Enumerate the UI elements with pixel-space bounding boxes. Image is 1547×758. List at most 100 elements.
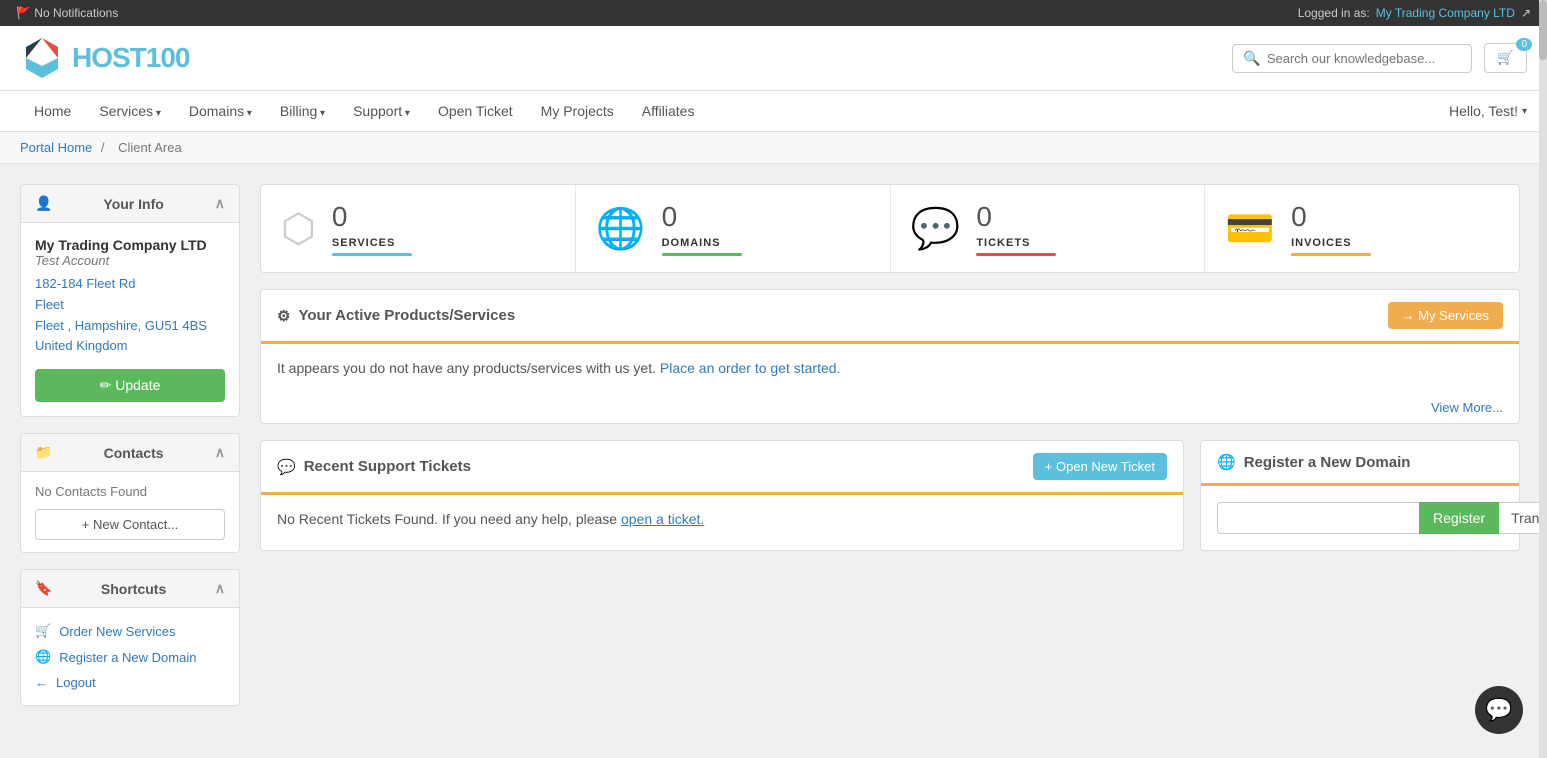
- nav-home[interactable]: Home: [20, 91, 85, 131]
- nav-links: Home Services Domains Billing Support Op…: [20, 91, 708, 131]
- update-button[interactable]: ✏ Update: [35, 369, 225, 402]
- tickets-bar: [976, 253, 1056, 256]
- scrollbar[interactable]: [1539, 0, 1547, 758]
- new-contact-button[interactable]: + New Contact...: [35, 509, 225, 540]
- search-input[interactable]: [1267, 51, 1462, 66]
- tickets-label: TICKETS: [976, 237, 1056, 249]
- domains-bar: [662, 253, 742, 256]
- products-title: ⚙ Your Active Products/Services: [277, 307, 515, 325]
- support-body: No Recent Tickets Found. If you need any…: [261, 495, 1183, 543]
- shortcut-register-domain[interactable]: 🌐 Register a New Domain: [35, 644, 225, 670]
- domain-header: 🌐 Register a New Domain: [1201, 441, 1519, 486]
- services-bar: [332, 253, 412, 256]
- your-info-chevron[interactable]: ∧: [215, 195, 225, 212]
- domain-input[interactable]: [1217, 502, 1419, 534]
- domains-count: 0: [662, 201, 742, 233]
- nav-support[interactable]: Support: [339, 91, 424, 131]
- logo[interactable]: HOST100: [20, 36, 190, 80]
- company-link[interactable]: My Trading Company LTD: [1376, 6, 1515, 20]
- open-ticket-link[interactable]: open a ticket.: [621, 511, 704, 527]
- support-panel: 💬 Recent Support Tickets + Open New Tick…: [260, 440, 1184, 551]
- stat-domains[interactable]: 🌐 0 DOMAINS: [576, 185, 891, 272]
- invoices-icon: 💳: [1225, 205, 1275, 252]
- support-header: 💬 Recent Support Tickets + Open New Tick…: [261, 441, 1183, 495]
- logo-text: HOST100: [72, 42, 190, 74]
- shortcut-order-services[interactable]: 🛒 Order New Services: [35, 618, 225, 644]
- header: HOST100 🔍 🛒 0: [0, 26, 1547, 91]
- place-order-link[interactable]: Place an order to get started.: [660, 360, 841, 376]
- contacts-body: No Contacts Found + New Contact...: [21, 472, 239, 552]
- cart-icon: 🛒: [35, 623, 51, 639]
- company-name: My Trading Company LTD: [35, 237, 225, 253]
- main-panel: ⬡ 0 SERVICES 🌐 0 DOMAINS 💬 0: [260, 184, 1520, 722]
- nav-open-ticket[interactable]: Open Ticket: [424, 91, 527, 131]
- stat-invoices[interactable]: 💳 0 INVOICES: [1205, 185, 1519, 272]
- products-panel: ⚙ Your Active Products/Services → My Ser…: [260, 289, 1520, 424]
- search-box[interactable]: 🔍: [1232, 44, 1472, 73]
- domain-panel: 🌐 Register a New Domain Register Transfe…: [1200, 440, 1520, 551]
- stat-domains-info: 0 DOMAINS: [662, 201, 742, 256]
- breadcrumb-current: Client Area: [118, 140, 182, 155]
- logged-in-info: Logged in as: My Trading Company LTD ↗: [1298, 6, 1531, 20]
- support-title: 💬 Recent Support Tickets: [277, 458, 471, 476]
- address-line-3: Fleet , Hampshire, GU51 4BS: [35, 316, 225, 337]
- main-content: 👤 Your Info ∧ My Trading Company LTD Tes…: [0, 164, 1540, 742]
- my-services-button[interactable]: → My Services: [1388, 302, 1503, 329]
- cart-badge: 0: [1516, 38, 1532, 51]
- view-more-link[interactable]: View More...: [1431, 400, 1503, 415]
- tickets-icon: 💬: [911, 205, 961, 252]
- domain-body: Register Transfer: [1201, 486, 1519, 550]
- scrollbar-thumb[interactable]: [1539, 0, 1547, 60]
- globe-icon: 🌐: [35, 649, 51, 665]
- your-info-body: My Trading Company LTD Test Account 182-…: [21, 223, 239, 416]
- breadcrumb-portal-home[interactable]: Portal Home: [20, 140, 92, 155]
- breadcrumb-separator: /: [101, 140, 105, 155]
- register-domain-button[interactable]: Register: [1419, 502, 1499, 534]
- stat-tickets[interactable]: 💬 0 TICKETS: [891, 185, 1206, 272]
- stat-services-info: 0 SERVICES: [332, 201, 412, 256]
- nav-services[interactable]: Services: [85, 91, 175, 131]
- user-icon: 👤: [35, 195, 52, 212]
- nav-my-projects[interactable]: My Projects: [527, 91, 628, 131]
- open-new-ticket-button[interactable]: + Open New Ticket: [1033, 453, 1167, 480]
- shortcuts-chevron[interactable]: ∧: [215, 580, 225, 597]
- your-info-panel: 👤 Your Info ∧ My Trading Company LTD Tes…: [20, 184, 240, 417]
- domains-label: DOMAINS: [662, 237, 742, 249]
- no-contacts-text: No Contacts Found: [35, 484, 225, 499]
- domain-title: 🌐 Register a New Domain: [1217, 453, 1503, 471]
- products-header: ⚙ Your Active Products/Services → My Ser…: [261, 290, 1519, 344]
- nav-domains[interactable]: Domains: [175, 91, 266, 131]
- products-body: It appears you do not have any products/…: [261, 344, 1519, 392]
- your-info-header: 👤 Your Info ∧: [21, 185, 239, 223]
- sidebar: 👤 Your Info ∧ My Trading Company LTD Tes…: [20, 184, 240, 722]
- domain-search-row: Register Transfer: [1217, 502, 1503, 534]
- folder-icon: 📁: [35, 444, 52, 461]
- domain-icon: 🌐: [1217, 453, 1236, 471]
- logo-icon: [20, 36, 64, 80]
- chat-button[interactable]: 💬: [1475, 686, 1523, 734]
- shortcuts-header: 🔖 Shortcuts ∧: [21, 570, 239, 608]
- hello-user[interactable]: Hello, Test!: [1449, 103, 1527, 119]
- bottom-panels: 💬 Recent Support Tickets + Open New Tick…: [260, 440, 1520, 551]
- invoices-count: 0: [1291, 201, 1371, 233]
- top-bar: 🚩 No Notifications Logged in as: My Trad…: [0, 0, 1547, 26]
- address-line-4: United Kingdom: [35, 336, 225, 357]
- shortcuts-list: 🛒 Order New Services 🌐 Register a New Do…: [21, 608, 239, 705]
- breadcrumb: Portal Home / Client Area: [0, 132, 1547, 164]
- external-link-icon: ↗: [1521, 6, 1531, 20]
- chat-icon: 💬: [1485, 697, 1512, 723]
- nav-billing[interactable]: Billing: [266, 91, 339, 131]
- tickets-count: 0: [976, 201, 1056, 233]
- contacts-chevron[interactable]: ∧: [215, 444, 225, 461]
- products-icon: ⚙: [277, 307, 290, 325]
- services-label: SERVICES: [332, 237, 412, 249]
- nav-affiliates[interactable]: Affiliates: [628, 91, 709, 131]
- address-line-1: 182-184 Fleet Rd: [35, 274, 225, 295]
- view-more: View More...: [261, 392, 1519, 423]
- nav-bar: Home Services Domains Billing Support Op…: [0, 91, 1547, 132]
- invoices-label: INVOICES: [1291, 237, 1371, 249]
- stat-services[interactable]: ⬡ 0 SERVICES: [261, 185, 576, 272]
- notifications[interactable]: 🚩 No Notifications: [16, 6, 118, 20]
- shortcut-logout[interactable]: ← Logout: [35, 670, 225, 695]
- cart-button[interactable]: 🛒 0: [1484, 43, 1527, 73]
